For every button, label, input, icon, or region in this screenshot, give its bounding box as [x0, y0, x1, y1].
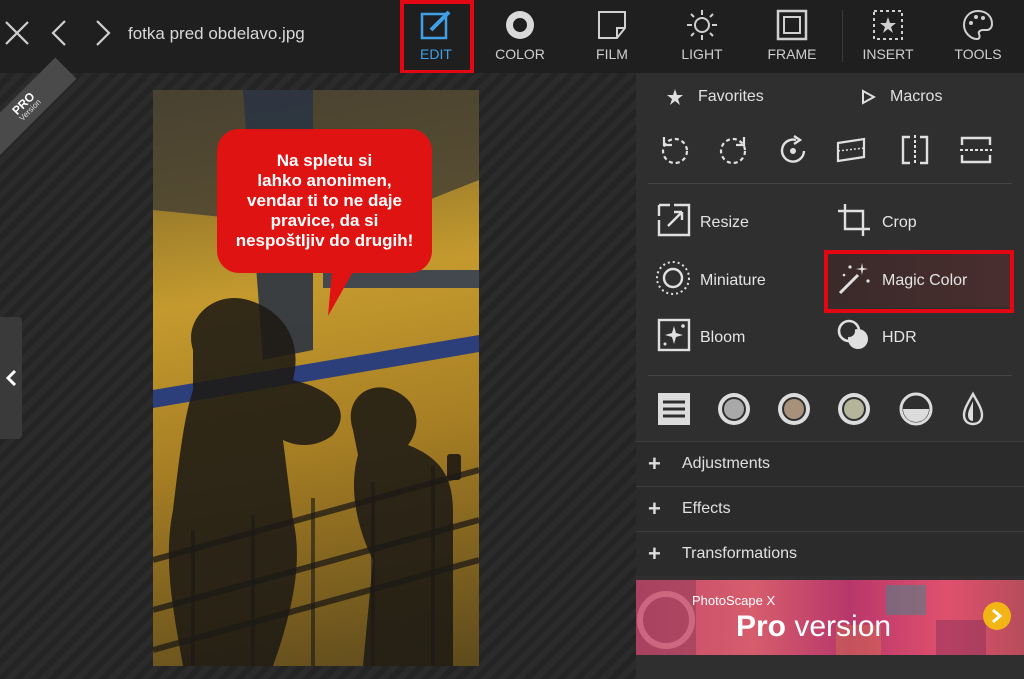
rotate-left-icon[interactable]: [658, 133, 692, 167]
chevron-left-icon: [5, 369, 17, 387]
toolbar-divider: [842, 10, 843, 62]
panel-divider: [648, 375, 1012, 376]
crop-label: Crop: [882, 214, 917, 231]
file-name: fotka pred obdelavo.jpg: [128, 24, 305, 43]
plus-icon: +: [648, 496, 661, 521]
chevron-right-icon: [992, 608, 1003, 624]
crop-icon: [838, 204, 870, 236]
light-icon: [687, 10, 717, 40]
rotate-right-icon[interactable]: [716, 133, 750, 167]
plus-icon: +: [648, 541, 661, 566]
promo-go-button[interactable]: [983, 602, 1011, 630]
star-icon: [667, 89, 683, 105]
speech-bubble-tail: [328, 270, 354, 316]
section-adjustments[interactable]: + Adjustments: [636, 441, 1024, 486]
resize-button[interactable]: Resize: [656, 202, 816, 242]
sage-preset-icon[interactable]: [836, 391, 872, 427]
section-effects[interactable]: + Effects: [636, 486, 1024, 531]
play-icon: [862, 89, 877, 105]
bloom-label: Bloom: [700, 329, 746, 346]
tab-edit-label: EDIT: [420, 46, 452, 62]
tab-insert[interactable]: INSERT: [856, 0, 920, 73]
frame-icon: [776, 9, 808, 41]
promo-title-light: version: [786, 610, 892, 643]
edit-icon: [420, 10, 451, 40]
tab-macros-label: Macros: [890, 88, 943, 105]
magic-color-button[interactable]: Magic Color: [828, 253, 1014, 307]
tab-insert-label: INSERT: [862, 46, 914, 62]
tab-favorites-label: Favorites: [698, 88, 764, 106]
section-transformations-label: Transformations: [682, 545, 797, 562]
tab-light[interactable]: LIGHT: [670, 0, 734, 73]
crop-button[interactable]: Crop: [836, 202, 996, 242]
transform-icon-row: [636, 125, 1024, 181]
plus-icon: +: [648, 451, 661, 476]
list-icon[interactable]: [656, 391, 692, 427]
close-icon[interactable]: [4, 18, 30, 48]
tab-frame-label: FRAME: [767, 46, 817, 62]
panel-divider: [648, 183, 1012, 184]
half-preset-icon[interactable]: [898, 391, 934, 427]
tab-tools-label: TOOLS: [954, 46, 1002, 62]
resize-icon: [657, 203, 691, 237]
chevron-right-icon[interactable]: [94, 18, 112, 48]
tab-light-label: LIGHT: [681, 46, 723, 62]
promo-title: Pro version: [736, 610, 891, 644]
hdr-button[interactable]: HDR: [836, 317, 996, 357]
magic-color-label: Magic Color: [882, 272, 968, 289]
insert-icon: [873, 10, 903, 40]
flip-vertical-icon[interactable]: [958, 133, 994, 167]
flip-horizontal-icon[interactable]: [898, 133, 932, 167]
tab-film-label: FILM: [596, 46, 628, 62]
panel-tabs: Favorites Macros: [636, 73, 1024, 123]
collapse-side-tab[interactable]: [0, 317, 22, 439]
promo-title-bold: Pro: [736, 610, 787, 643]
miniature-icon: [656, 261, 690, 295]
bloom-icon: [657, 318, 691, 352]
pro-version-banner[interactable]: PhotoScape X Pro version: [636, 580, 1024, 655]
color-icon: [506, 11, 534, 39]
section-transformations[interactable]: + Transformations: [636, 531, 1024, 576]
magic-wand-icon: [838, 263, 870, 295]
film-icon: [598, 11, 626, 39]
gray-preset-icon[interactable]: [716, 391, 752, 427]
miniature-button[interactable]: Miniature: [654, 259, 824, 299]
chevron-left-icon[interactable]: [50, 18, 68, 48]
section-effects-label: Effects: [682, 500, 731, 517]
drop-icon[interactable]: [958, 391, 988, 427]
hdr-label: HDR: [882, 329, 917, 346]
top-toolbar: fotka pred obdelavo.jpg EDIT COLOR FILM …: [0, 0, 1024, 74]
straighten-icon[interactable]: [834, 133, 868, 167]
tab-favorites[interactable]: Favorites: [666, 88, 764, 106]
section-adjustments-label: Adjustments: [682, 455, 771, 472]
tab-film[interactable]: FILM: [580, 0, 644, 73]
tab-macros[interactable]: Macros: [860, 88, 942, 106]
tab-edit[interactable]: EDIT: [404, 0, 468, 73]
tab-frame[interactable]: FRAME: [760, 0, 824, 73]
rotate-free-icon[interactable]: [776, 133, 810, 167]
promo-product-name: PhotoScape X: [692, 593, 776, 608]
brown-preset-icon[interactable]: [776, 391, 812, 427]
tools-icon: [962, 9, 994, 41]
tab-color[interactable]: COLOR: [488, 0, 552, 73]
miniature-label: Miniature: [700, 272, 766, 289]
edit-panel: Favorites Macros Resize Crop Miniature M…: [636, 73, 1024, 679]
tab-tools[interactable]: TOOLS: [946, 0, 1010, 73]
hdr-icon: [837, 319, 868, 349]
resize-label: Resize: [700, 214, 749, 231]
bloom-button[interactable]: Bloom: [656, 317, 816, 357]
speech-bubble: Na spletu si lahko anonimen, vendar ti t…: [217, 129, 432, 273]
tab-color-label: COLOR: [495, 46, 545, 62]
